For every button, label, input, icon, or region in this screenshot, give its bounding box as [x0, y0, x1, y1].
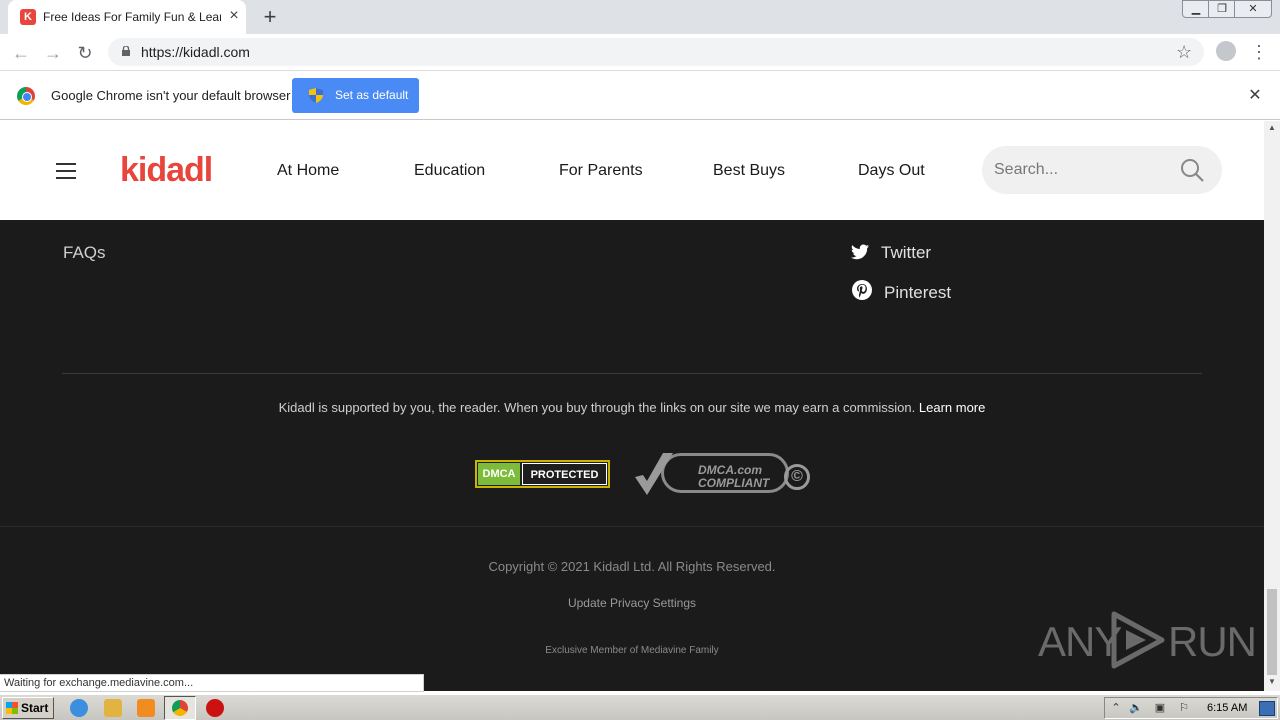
tab-strip: K Free Ideas For Family Fun & Learning ×…: [0, 0, 1280, 34]
hamburger-menu-icon[interactable]: [56, 163, 76, 179]
footer-divider: [62, 373, 1202, 374]
window-maximize-button[interactable]: ❐: [1208, 0, 1236, 18]
back-arrow-icon[interactable]: ←: [10, 42, 32, 64]
dmca-compliant-badge[interactable]: DMCA.com COMPLIANT ©: [633, 451, 810, 497]
infobar-close-icon[interactable]: ✕: [1246, 87, 1264, 105]
reload-icon[interactable]: ↻: [74, 42, 96, 64]
bookmark-star-icon[interactable]: ☆: [1176, 42, 1192, 62]
kidadl-favicon-icon: K: [20, 9, 36, 25]
uac-shield-icon: [309, 88, 323, 103]
search-placeholder: Search...: [994, 161, 1059, 178]
copyright-text: Copyright © 2021 Kidadl Ltd. All Rights …: [488, 559, 776, 574]
browser-toolbar: ← → ↻ https://kidadl.com ☆ ⋮: [0, 34, 1280, 71]
infobar-message: Google Chrome isn't your default browser: [51, 88, 291, 103]
profile-avatar-icon[interactable]: [1216, 41, 1236, 61]
anyrun-any-text: ANY: [1038, 618, 1122, 665]
opera-icon[interactable]: [206, 699, 224, 717]
affiliate-disclosure: Kidadl is supported by you, the reader. …: [0, 400, 1264, 415]
taskbar-chrome-button[interactable]: [164, 696, 196, 720]
action-center-flag-icon[interactable]: ⚐: [1177, 702, 1191, 715]
chrome-icon: [172, 700, 188, 716]
scroll-up-arrow-icon[interactable]: ▲: [1264, 123, 1280, 135]
privacy-settings-link[interactable]: Update Privacy Settings: [0, 596, 1264, 610]
nav-for-parents[interactable]: For Parents: [559, 162, 643, 180]
learn-more-link[interactable]: Learn more: [919, 400, 985, 415]
forward-arrow-icon[interactable]: →: [42, 42, 64, 64]
volume-icon[interactable]: 🔈: [1129, 702, 1143, 715]
checkmark-icon: [635, 453, 673, 495]
nav-at-home[interactable]: At Home: [277, 162, 339, 180]
show-desktop-icon[interactable]: [1259, 701, 1275, 716]
twitter-icon[interactable]: [851, 244, 869, 260]
page-scrollbar[interactable]: ▲ ▼: [1264, 121, 1280, 691]
chrome-menu-icon[interactable]: ⋮: [1250, 40, 1268, 64]
window-close-button[interactable]: ✕: [1234, 0, 1272, 18]
internet-explorer-icon[interactable]: [70, 699, 88, 717]
windows-taskbar: Start ⌃ 🔈 ▣ ⚐ 6:15 AM: [0, 694, 1280, 720]
chrome-logo-icon: [17, 87, 35, 105]
footer-link-pinterest[interactable]: Pinterest: [884, 283, 951, 303]
system-tray: ⌃ 🔈 ▣ ⚐ 6:15 AM: [1104, 697, 1278, 719]
page-viewport: kidadl At Home Education For Parents Bes…: [0, 121, 1264, 691]
tray-expand-icon[interactable]: ⌃: [1109, 702, 1123, 715]
media-player-icon[interactable]: [137, 699, 155, 717]
dmca-protected-badge[interactable]: DMCA PROTECTED: [475, 460, 610, 488]
default-browser-infobar: Google Chrome isn't your default browser…: [0, 72, 1280, 120]
scrollbar-thumb[interactable]: [1267, 589, 1277, 675]
play-triangle-icon: [1111, 611, 1165, 669]
disclosure-text: Kidadl is supported by you, the reader. …: [278, 400, 916, 415]
windows-logo-icon: [6, 702, 18, 714]
nav-days-out[interactable]: Days Out: [858, 162, 925, 180]
nav-best-buys[interactable]: Best Buys: [713, 162, 785, 180]
nav-education[interactable]: Education: [414, 162, 485, 180]
taskbar-clock[interactable]: 6:15 AM: [1207, 702, 1247, 714]
tab-close-icon[interactable]: ×: [226, 8, 242, 24]
dmca-badge-left: DMCA: [478, 463, 520, 485]
pinterest-icon[interactable]: [852, 280, 872, 300]
status-bubble: Waiting for exchange.mediavine.com...: [0, 674, 424, 692]
start-label: Start: [21, 701, 49, 715]
file-explorer-icon[interactable]: [104, 699, 122, 717]
site-header: kidadl At Home Education For Parents Bes…: [0, 121, 1264, 220]
url-text[interactable]: https://kidadl.com: [141, 44, 250, 60]
anyrun-watermark: ANY RUN: [1038, 610, 1257, 670]
scroll-down-arrow-icon[interactable]: ▼: [1264, 677, 1280, 689]
dmca-badge-right: PROTECTED: [522, 463, 607, 485]
anyrun-run-text: RUN: [1168, 618, 1257, 665]
browser-tab[interactable]: K Free Ideas For Family Fun & Learning ×: [8, 0, 246, 34]
dmca-compliant-text: DMCA.com COMPLIANT: [698, 464, 769, 490]
new-tab-button[interactable]: +: [258, 6, 282, 30]
start-button[interactable]: Start: [2, 697, 54, 719]
search-icon[interactable]: [1180, 158, 1204, 182]
dmca-compliant-line2: COMPLIANT: [698, 476, 770, 490]
window-minimize-button[interactable]: ▁: [1182, 0, 1210, 18]
kidadl-logo[interactable]: kidadl: [120, 151, 213, 190]
network-icon[interactable]: ▣: [1153, 702, 1167, 715]
search-input[interactable]: Search...: [982, 146, 1222, 194]
copyright-circle-icon: ©: [784, 464, 810, 490]
address-bar[interactable]: https://kidadl.com ☆: [108, 38, 1204, 66]
tab-title: Free Ideas For Family Fun & Learning: [43, 10, 221, 24]
lock-icon: [122, 46, 130, 56]
set-as-default-label: Set as default: [335, 88, 409, 102]
footer-link-faqs[interactable]: FAQs: [63, 243, 106, 263]
footer-link-twitter[interactable]: Twitter: [881, 243, 931, 263]
footer-divider-bottom: [0, 526, 1264, 527]
set-as-default-button[interactable]: Set as default: [292, 78, 419, 113]
